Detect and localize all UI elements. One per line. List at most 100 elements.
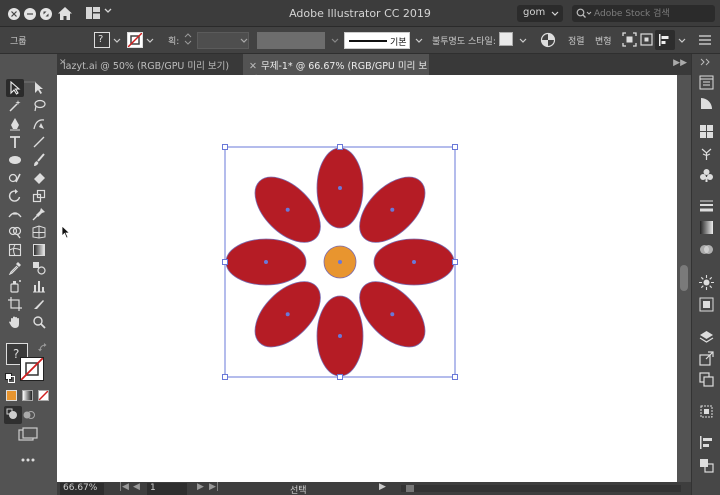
none-mode-button[interactable] <box>38 390 49 401</box>
color-mode-button[interactable] <box>6 390 17 401</box>
horizontal-scrollbar-thumb[interactable] <box>406 485 414 492</box>
edit-toolbar-icon[interactable] <box>20 457 36 463</box>
control-bar-menu-icon[interactable] <box>698 35 712 45</box>
tab-lazyt[interactable]: lazyt.ai @ 50% (RGB/GPU 미리 보기) <box>57 54 241 75</box>
brushes-panel-icon[interactable] <box>699 146 714 161</box>
line-segment-tool[interactable] <box>30 133 48 151</box>
properties-panel-icon[interactable] <box>699 75 714 90</box>
isolate-group-icon[interactable] <box>622 32 637 47</box>
workspace-grid-icon[interactable] <box>86 7 100 19</box>
bounding-box-handle[interactable] <box>337 144 343 150</box>
gradient-panel-icon[interactable] <box>699 220 714 235</box>
transform-grid-icon[interactable] <box>639 32 654 47</box>
symbol-sprayer-tool[interactable] <box>6 277 24 295</box>
close-tab-icon[interactable]: ✕ <box>249 61 257 72</box>
column-graph-tool[interactable] <box>30 277 48 295</box>
direct-selection-tool[interactable] <box>30 79 48 97</box>
stroke-panel-icon[interactable] <box>699 198 714 213</box>
shaper-tool[interactable] <box>6 169 24 187</box>
minimize-window-icon[interactable] <box>24 8 36 20</box>
vertical-scrollbar[interactable] <box>677 75 691 482</box>
artboard-tool[interactable] <box>6 295 24 313</box>
perspective-grid-tool[interactable] <box>30 223 48 241</box>
appearance-panel-icon[interactable] <box>699 275 714 290</box>
stock-search-input[interactable] <box>594 6 709 21</box>
curvature-tool[interactable] <box>30 115 48 133</box>
fullscreen-window-icon[interactable] <box>40 8 52 20</box>
collapse-dock-icon[interactable] <box>699 58 713 66</box>
stroke-color-box[interactable] <box>20 357 44 381</box>
brush-definition-dropdown[interactable]: 기본 <box>344 32 410 49</box>
chevron-down-icon[interactable] <box>240 38 248 44</box>
transform-panel-link[interactable]: 변형 <box>595 34 612 47</box>
close-window-icon[interactable] <box>8 8 20 20</box>
flower-artwork[interactable] <box>57 75 677 482</box>
chevron-down-icon[interactable] <box>678 38 686 44</box>
chevron-down-icon[interactable] <box>331 38 339 44</box>
bounding-box-handle[interactable] <box>452 144 458 150</box>
chevron-down-icon[interactable] <box>519 38 527 44</box>
swap-fill-stroke-icon[interactable] <box>38 343 48 353</box>
lasso-tool[interactable] <box>30 97 48 115</box>
transform-panel-icon[interactable] <box>699 404 714 419</box>
width-tool[interactable] <box>6 205 24 223</box>
tab-untitled-1[interactable]: ✕무제-1* @ 66.67% (RGB/GPU 미리 보기) <box>243 54 429 86</box>
hand-tool[interactable] <box>6 313 24 331</box>
user-menu-button[interactable]: gom <box>517 5 563 22</box>
last-artboard-icon[interactable]: ▶| <box>209 482 219 492</box>
chevron-down-icon[interactable] <box>415 38 423 44</box>
pathfinder-panel-icon[interactable] <box>699 458 714 473</box>
change-screen-mode-icon[interactable] <box>18 427 38 443</box>
bounding-box-handle[interactable] <box>452 259 458 265</box>
type-tool[interactable] <box>6 133 24 151</box>
color-guide-panel-icon[interactable] <box>699 96 714 111</box>
previous-artboard-icon[interactable]: ◀ <box>133 482 140 492</box>
swatches-panel-icon[interactable] <box>699 124 714 139</box>
chevron-down-icon[interactable] <box>104 8 112 14</box>
asset-export-panel-icon[interactable] <box>699 351 714 366</box>
draw-behind-icon[interactable] <box>22 408 36 422</box>
rotate-tool[interactable] <box>6 187 24 205</box>
bounding-box-handle[interactable] <box>222 144 228 150</box>
selection-tool[interactable] <box>6 79 24 97</box>
layers-panel-icon[interactable] <box>699 330 714 345</box>
align-panel-link[interactable]: 정렬 <box>568 34 585 47</box>
pen-tool[interactable] <box>6 115 24 133</box>
scrollbar-thumb[interactable] <box>680 265 688 291</box>
align-panel-icon[interactable] <box>699 435 714 450</box>
artboard-canvas[interactable] <box>57 75 677 482</box>
draw-normal-button[interactable] <box>4 406 22 424</box>
gradient-tool[interactable] <box>30 241 48 259</box>
symbols-panel-icon[interactable] <box>699 168 714 183</box>
status-menu-icon[interactable]: ▶ <box>379 482 386 492</box>
fill-swatch[interactable]: ? <box>94 32 110 48</box>
shape-builder-tool[interactable] <box>6 223 24 241</box>
graphic-styles-panel-icon[interactable] <box>699 297 714 312</box>
stroke-weight-stepper[interactable] <box>184 32 196 49</box>
scale-tool[interactable] <box>30 187 48 205</box>
variable-width-profile[interactable] <box>257 32 325 49</box>
opacity-label[interactable]: 불투명도 <box>432 34 465 47</box>
magic-wand-tool[interactable] <box>6 97 24 115</box>
close-tab-icon[interactable]: ✕ <box>59 58 67 68</box>
bounding-box-handle[interactable] <box>222 259 228 265</box>
chevron-down-icon[interactable] <box>146 38 154 44</box>
stroke-swatch[interactable] <box>127 32 143 48</box>
slice-tool[interactable] <box>30 295 48 313</box>
zoom-level-field[interactable]: 66.67% <box>60 483 104 495</box>
next-artboard-icon[interactable]: ▶ <box>197 482 204 492</box>
align-options-button[interactable] <box>655 30 675 50</box>
stock-search-box[interactable] <box>572 5 715 22</box>
bounding-box-handle[interactable] <box>222 374 228 380</box>
chevron-down-icon[interactable] <box>113 38 121 44</box>
transparency-panel-icon[interactable] <box>699 242 714 257</box>
bounding-box-handle[interactable] <box>452 374 458 380</box>
bounding-box-handle[interactable] <box>337 374 343 380</box>
ellipse-tool[interactable] <box>6 151 24 169</box>
puppet-warp-tool[interactable] <box>30 205 48 223</box>
artboards-panel-icon[interactable] <box>699 372 714 387</box>
graphic-style-swatch[interactable] <box>499 32 513 46</box>
artboard-number-field[interactable]: 1 <box>147 483 187 495</box>
horizontal-scrollbar[interactable] <box>401 485 681 492</box>
current-tool-status[interactable]: 선택 <box>290 483 307 495</box>
